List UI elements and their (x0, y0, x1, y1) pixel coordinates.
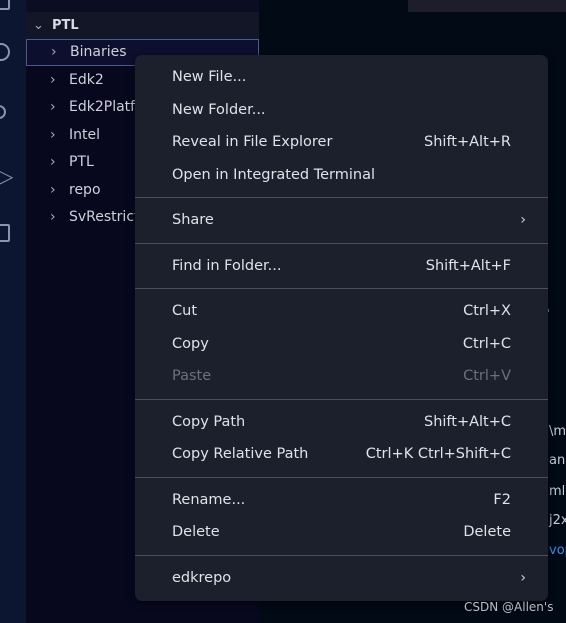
menu-item-delete[interactable]: Delete Delete (135, 516, 548, 549)
chevron-right-icon: › (50, 126, 56, 143)
editor-text-fragment: vop (549, 543, 566, 558)
context-menu: New File... New Folder... Reveal in File E… (135, 55, 548, 601)
explorer-icon[interactable] (0, 0, 10, 10)
search-icon[interactable] (0, 43, 10, 61)
menu-separator (135, 554, 548, 556)
menu-item-reveal-in-file-explorer[interactable]: Reveal in File Explorer Shift+Alt+R (135, 126, 548, 159)
editor-text-fragment: j2x (549, 513, 566, 528)
folder-section-header[interactable]: ⌄ PTL (26, 12, 259, 39)
menu-item-rename[interactable]: Rename... F2 (135, 484, 548, 517)
editor-tab-bar (408, 0, 566, 12)
section-title: PTL (52, 18, 79, 33)
menu-item-find-in-folder[interactable]: Find in Folder... Shift+Alt+F (135, 250, 548, 283)
chevron-right-icon: › (50, 181, 56, 198)
menu-item-cut[interactable]: Cut Ctrl+X (135, 295, 548, 328)
menu-item-label: Share (172, 212, 214, 228)
menu-separator (135, 398, 548, 400)
menu-item-share[interactable]: Share › (135, 204, 548, 237)
menu-item-shortcut: Shift+Alt+F (425, 257, 511, 274)
menu-separator (135, 476, 548, 478)
menu-item-label: Copy Path (172, 413, 246, 430)
chevron-right-icon: › (520, 569, 526, 586)
tree-item-label: PTL (69, 154, 94, 170)
menu-item-label: Paste (172, 368, 212, 384)
menu-item-label: New File... (172, 69, 247, 85)
chevron-right-icon: › (51, 44, 57, 60)
menu-item-shortcut: Ctrl+C (462, 335, 511, 352)
menu-item-copy-path[interactable]: Copy Path Shift+Alt+C (135, 406, 548, 439)
menu-item-new-folder[interactable]: New Folder... (135, 94, 548, 127)
menu-item-copy-relative-path[interactable]: Copy Relative Path Ctrl+K Ctrl+Shift+C (135, 438, 548, 471)
tree-item-label: Edk2 (69, 71, 104, 88)
menu-item-shortcut: Ctrl+X (463, 303, 511, 319)
watermark: CSDN @Allen's (464, 600, 554, 614)
chevron-right-icon: › (50, 99, 56, 115)
menu-item-label: Cut (172, 303, 197, 319)
menu-item-shortcut: Delete (463, 524, 511, 540)
chevron-right-icon: › (520, 212, 526, 228)
menu-separator (135, 288, 548, 289)
activity-bar: ▷ (0, 0, 26, 623)
menu-item-label: Open in Integrated Terminal (172, 166, 375, 183)
menu-item-label: Delete (172, 524, 220, 540)
menu-item-label: edkrepo (172, 569, 232, 586)
chevron-right-icon: › (50, 209, 56, 225)
source-control-icon[interactable] (0, 105, 6, 119)
editor-text-fragment: ang (549, 453, 566, 468)
menu-separator (135, 197, 548, 198)
tree-item-label: Edk2Platf (69, 99, 136, 115)
menu-item-shortcut: Shift+Alt+C (423, 413, 511, 430)
chevron-right-icon: › (50, 71, 56, 88)
menu-item-shortcut: F2 (493, 491, 511, 508)
run-debug-icon[interactable]: ▷ (0, 164, 13, 188)
tree-item-label: Binaries (70, 44, 127, 60)
menu-item-label: Reveal in File Explorer (172, 134, 333, 150)
extensions-icon[interactable] (0, 224, 10, 242)
menu-item-shortcut: Shift+Alt+R (424, 134, 511, 150)
editor-text-fragment: \m (549, 424, 566, 439)
menu-item-new-file[interactable]: New File... (135, 61, 548, 94)
menu-separator (135, 242, 548, 244)
editor-text-fragment: ml (549, 484, 566, 499)
menu-item-open-in-integrated-terminal[interactable]: Open in Integrated Terminal (135, 159, 548, 192)
menu-item-label: Copy Relative Path (172, 446, 309, 462)
menu-item-shortcut: Ctrl+V (463, 368, 511, 384)
chevron-down-icon: ⌄ (33, 18, 44, 33)
chevron-right-icon: › (50, 154, 56, 170)
sidebar-header (26, 0, 259, 12)
tree-item-label: Intel (69, 126, 100, 143)
menu-item-label: New Folder... (172, 101, 266, 118)
menu-item-copy[interactable]: Copy Ctrl+C (135, 328, 548, 361)
menu-item-shortcut: Ctrl+K Ctrl+Shift+C (365, 446, 511, 462)
menu-item-label: Rename... (172, 491, 246, 508)
menu-item-label: Find in Folder... (172, 257, 282, 274)
menu-item-paste: Paste Ctrl+V (135, 360, 548, 393)
menu-item-edkrepo[interactable]: edkrepo › (135, 562, 548, 595)
tree-item-label: repo (69, 181, 101, 198)
menu-item-label: Copy (172, 335, 209, 352)
tree-item-label: SvRestrict (69, 209, 140, 225)
